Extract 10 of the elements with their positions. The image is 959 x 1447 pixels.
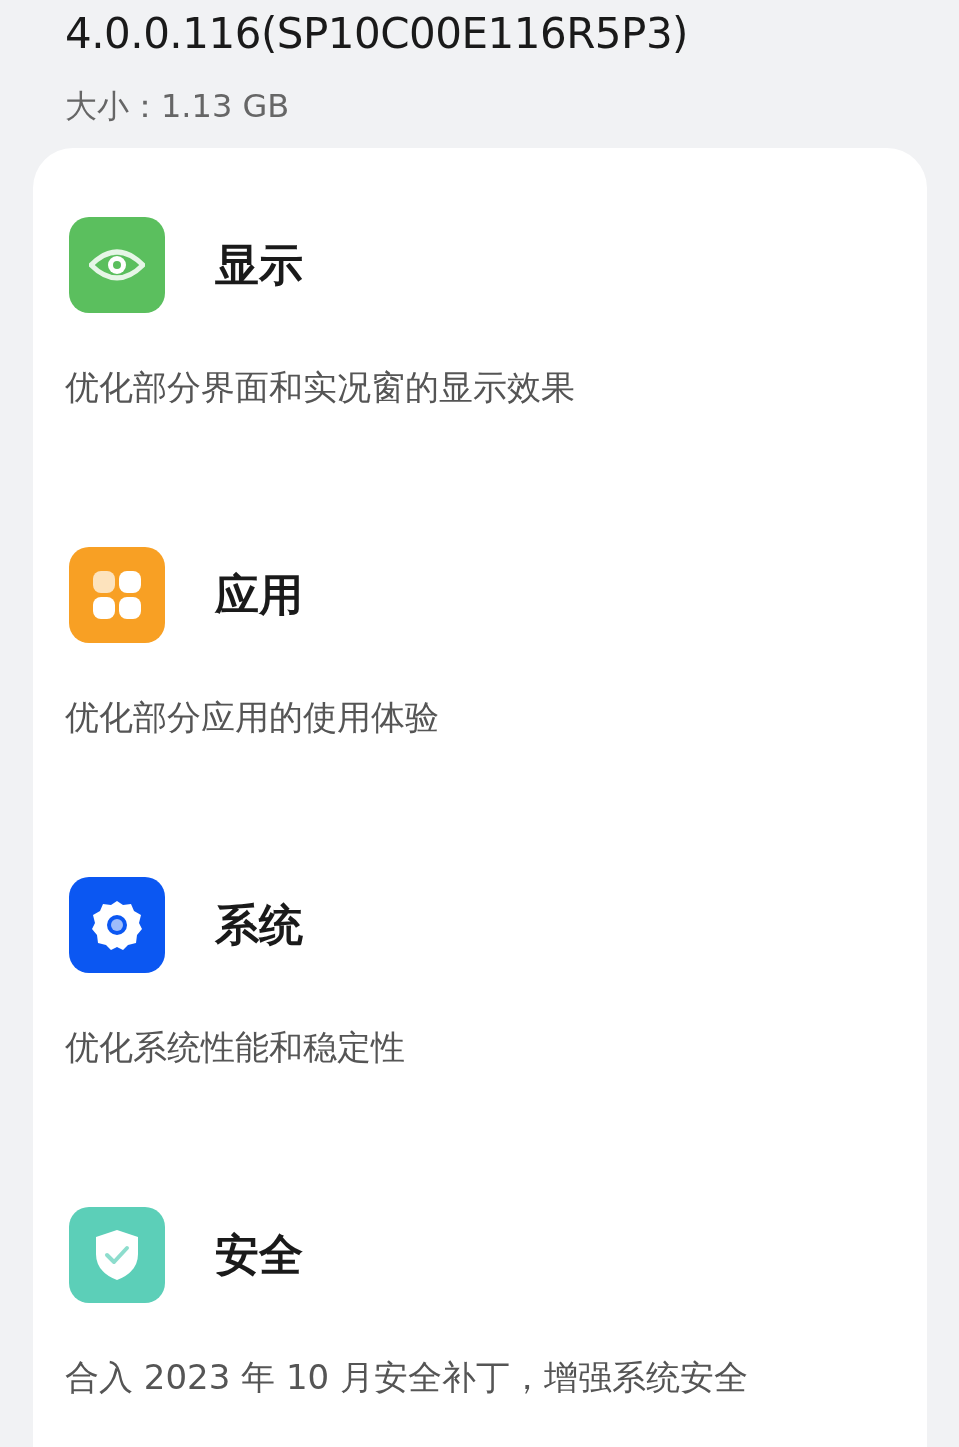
category-description: 合入 2023 年 10 月安全补丁，增强系统安全 — [65, 1356, 750, 1399]
category-description: 优化部分界面和实况窗的显示效果 — [65, 366, 576, 409]
version-number: 4.0.0.116(SP10C00E116R5P3) — [65, 8, 689, 60]
category-title: 安全 — [215, 1227, 303, 1282]
category-description: 优化系统性能和稳定性 — [65, 1026, 406, 1069]
update-size: 大小：1.13 GB — [65, 86, 291, 126]
category-description: 优化部分应用的使用体验 — [65, 696, 440, 739]
category-title: 系统 — [215, 897, 303, 952]
category-title: 应用 — [215, 567, 303, 622]
category-title: 显示 — [215, 237, 303, 292]
